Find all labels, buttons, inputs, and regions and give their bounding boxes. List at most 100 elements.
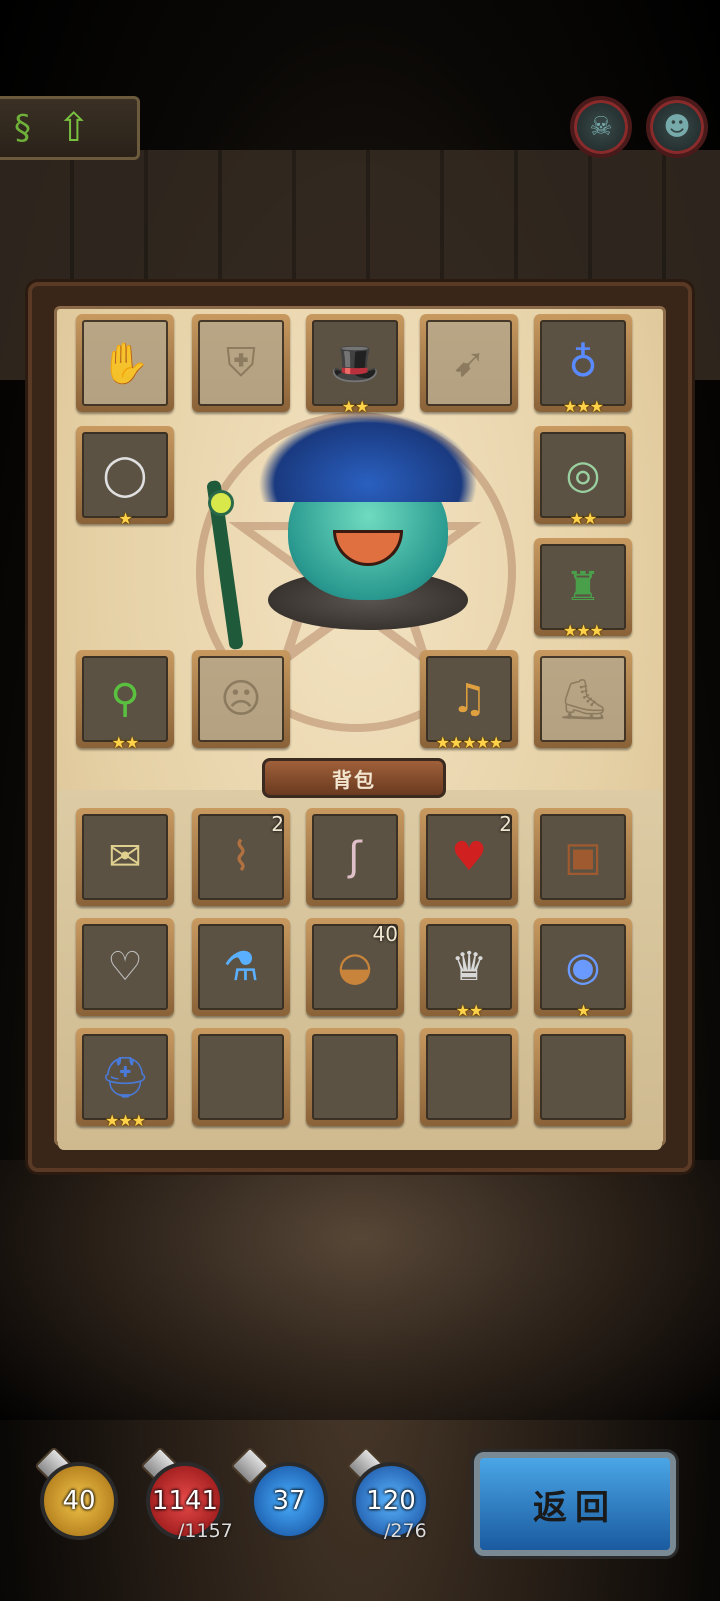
equip-slot-hat[interactable]: 🎩 ★★ — [306, 314, 404, 416]
star-rating: ★★ — [111, 733, 140, 752]
slot-inner: ⚗ — [198, 924, 284, 1010]
rolled-scroll-icon: ⌇ — [231, 834, 251, 880]
equip-slot-crossbow[interactable]: ➹ — [420, 314, 518, 412]
bag-slot[interactable]: ♥ 2 — [420, 808, 518, 906]
equip-slot-ring-left[interactable]: ◯ ★ — [76, 426, 174, 528]
star-rating: ★★ — [569, 509, 598, 528]
bag-slot[interactable]: ♡ — [76, 918, 174, 1016]
dragon-rune-icon[interactable]: § — [14, 108, 31, 148]
star-rating: ★★ — [455, 1001, 484, 1020]
equip-slot-cloak[interactable]: ♜ ★★★ — [534, 538, 632, 640]
bag-slot[interactable] — [534, 1028, 632, 1126]
equip-slot-ring-right[interactable]: ◎ ★★ — [534, 426, 632, 528]
slot-inner: ☹ — [198, 656, 284, 742]
green-up-arrow-icon[interactable]: ⇧ — [57, 105, 91, 151]
equip-slot-mask[interactable]: ☹ — [192, 650, 290, 748]
hero-crest — [258, 412, 478, 502]
slot-inner: ♡ — [82, 924, 168, 1010]
equip-slot-lyre[interactable]: ♫ ★★★★★ — [420, 650, 518, 752]
lyre-icon: ♫ — [451, 676, 487, 722]
bag-slot[interactable]: ◉ ★ — [534, 918, 632, 1020]
ear-icon: ʃ — [348, 834, 362, 880]
bag-slot[interactable]: ⌇ 2 — [192, 808, 290, 906]
bag-slot[interactable]: ▣ — [534, 808, 632, 906]
slot-inner: ♫ — [426, 656, 512, 742]
slot-inner: ♜ — [540, 544, 626, 630]
crossbow-icon: ➹ — [452, 340, 486, 386]
slot-inner — [312, 1034, 398, 1120]
item-count: 2 — [271, 812, 284, 836]
mana-stat: 37 — [250, 1462, 328, 1540]
bag-slot[interactable] — [192, 1028, 290, 1126]
green-ring-icon: ◎ — [565, 452, 601, 498]
slot-inner: ⛑ — [82, 1034, 168, 1120]
slot-inner: ⛨ — [198, 320, 284, 406]
hp-max: /1157 — [178, 1520, 233, 1542]
slot-inner: ▣ — [540, 814, 626, 900]
slot-inner: ⛸ — [540, 656, 626, 742]
star-rating: ★★★ — [562, 397, 604, 416]
leather-book-icon: ▣ — [564, 834, 602, 880]
star-rating: ★★★★★ — [435, 733, 504, 752]
bag-title-banner: 背包 — [262, 758, 446, 798]
bag-slot[interactable]: ʃ — [306, 808, 404, 906]
silver-ring-icon: ◯ — [102, 452, 148, 498]
bag-slot[interactable]: ✉ — [76, 808, 174, 906]
slot-inner: ✋ — [82, 320, 168, 406]
bag-slot[interactable]: ⛑ ★★★ — [76, 1028, 174, 1130]
trophy-shield-icon: ♛ — [451, 944, 487, 990]
bag-slot[interactable]: ⚗ — [192, 918, 290, 1016]
slot-inner: ◯ — [82, 432, 168, 518]
slot-inner: ♁ — [540, 320, 626, 406]
slot-inner: ◉ — [540, 924, 626, 1010]
equip-slot-amulet[interactable]: ♁ ★★★ — [534, 314, 632, 416]
boots-icon: ⛸ — [557, 676, 609, 723]
bag-slot[interactable]: ◒ 40 — [306, 918, 404, 1016]
back-button[interactable]: 返回 — [474, 1452, 676, 1556]
equip-slot-boots[interactable]: ⛸ — [534, 650, 632, 748]
red-heart-icon: ♥ — [451, 834, 487, 880]
black-hat-icon: 🎩 — [330, 340, 380, 387]
bag-slot[interactable]: ♛ ★★ — [420, 918, 518, 1020]
red-demon-portrait-icon[interactable]: ☠ — [570, 96, 632, 158]
mech-heart-icon: ♡ — [107, 944, 143, 990]
slime-hero[interactable] — [206, 412, 478, 651]
mask-icon: ☹ — [220, 676, 262, 722]
slot-inner: 🎩 — [312, 320, 398, 406]
armor-icon: ⛨ — [226, 340, 256, 386]
blue-helmet-icon: ⛑ — [99, 1054, 151, 1101]
slot-inner — [426, 1034, 512, 1120]
map-scroll-icon: ✉ — [108, 834, 142, 880]
hero-orb-icon — [208, 490, 234, 516]
star-rating: ★ — [118, 509, 132, 528]
star-rating: ★★★ — [562, 621, 604, 640]
slot-inner: ʃ — [312, 814, 398, 900]
slot-inner: ⚲ — [82, 656, 168, 742]
blue-amulet-icon: ♁ — [568, 340, 598, 386]
item-count: 40 — [372, 922, 398, 946]
slot-inner — [198, 1034, 284, 1120]
star-rating: ★★ — [341, 397, 370, 416]
star-rating: ★ — [576, 1001, 590, 1020]
exp-max: /276 — [384, 1520, 427, 1542]
blue-potion-icon: ⚗ — [223, 944, 259, 990]
vine-staff-icon: ⚲ — [110, 676, 140, 722]
equip-slot-staff[interactable]: ⚲ ★★ — [76, 650, 174, 752]
bread-icon: ◒ — [337, 944, 373, 990]
slot-inner: ✉ — [82, 814, 168, 900]
attack-stat: 40 — [40, 1462, 118, 1540]
slot-inner: ♛ — [426, 924, 512, 1010]
gloves-icon: ✋ — [100, 340, 150, 387]
star-rating: ★★★ — [104, 1111, 146, 1130]
slot-inner: ◎ — [540, 432, 626, 518]
equip-slot-gloves[interactable]: ✋ — [76, 314, 174, 412]
ghost-portrait-icon[interactable]: ☻ — [646, 96, 708, 158]
bag-slot[interactable] — [306, 1028, 404, 1126]
slot-inner — [540, 1034, 626, 1120]
equip-slot-armor[interactable]: ⛨ — [192, 314, 290, 412]
item-count: 2 — [499, 812, 512, 836]
skill-bar[interactable]: § ⇧ — [0, 96, 140, 160]
bag-slot[interactable] — [420, 1028, 518, 1126]
green-cloak-icon: ♜ — [565, 564, 601, 610]
sapphire-ring-icon: ◉ — [565, 944, 601, 990]
